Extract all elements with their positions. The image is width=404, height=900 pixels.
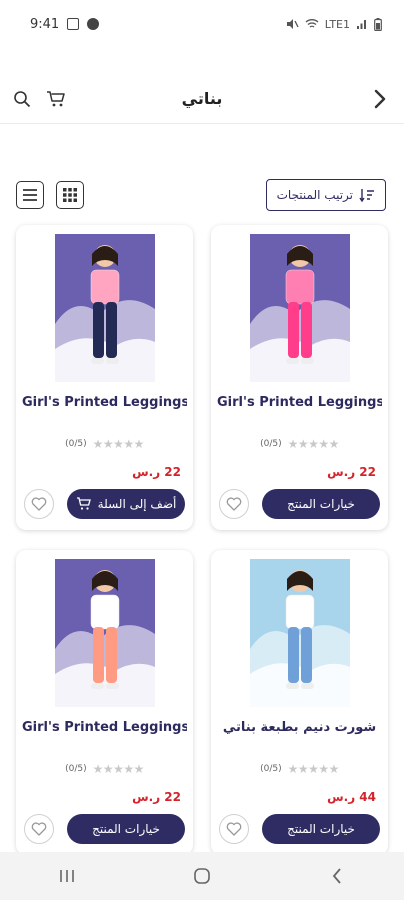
home-icon [194,868,210,884]
chevron-right-icon [374,89,386,108]
recent-apps-button[interactable] [47,856,87,896]
product-rating: (0/5) ★★★★★ [211,762,388,776]
product-image[interactable] [55,234,155,382]
list-view-button[interactable] [16,181,44,209]
product-card[interactable]: Girl's Printed Leggings (0/5) ★★★★★ 22 ر… [16,550,193,855]
product-options-button[interactable]: خيارات المنتج [262,814,380,844]
action-label: أضف إلى السلة [97,497,177,511]
wifi-icon [305,19,319,28]
product-image[interactable] [250,234,350,382]
product-price: 22 ر.س [132,790,181,804]
action-label: خيارات المنتج [92,822,160,836]
listing-toolbar: ترتيب المنتجات [0,178,404,212]
a-notification-icon [87,18,100,30]
sort-button[interactable]: ترتيب المنتجات [265,179,386,211]
product-price: 22 ر.س [132,465,181,479]
wishlist-button[interactable] [24,814,54,844]
home-button[interactable] [182,856,222,896]
product-image[interactable] [55,559,155,707]
search-icon [14,90,31,107]
recent-apps-icon [60,870,75,882]
sort-label: ترتيب المنتجات [276,188,353,202]
product-name[interactable]: شورت دنيم بطبعة بناتي [217,720,382,735]
rating-text: (0/5) [260,764,282,774]
rating-stars-icon: ★★★★★ [92,762,145,776]
status-bar: 9:41 LTE1 [0,0,404,48]
rating-stars-icon: ★★★★★ [287,762,340,776]
back-button[interactable] [368,87,392,111]
card-actions: خيارات المنتج [219,489,380,519]
add-to-cart-button[interactable]: أضف إلى السلة [67,489,185,519]
product-name[interactable]: Girl's Printed Leggings [22,720,187,735]
view-toggles [16,181,84,209]
battery-icon [374,17,382,31]
rating-stars-icon: ★★★★★ [92,437,145,451]
wishlist-button[interactable] [24,489,54,519]
image-notification-icon [67,18,80,30]
product-card[interactable]: Girl's Printed Leggings (0/5) ★★★★★ 22 ر… [211,225,388,530]
card-actions: أضف إلى السلة [24,489,185,519]
heart-icon [226,497,242,511]
card-actions: خيارات المنتج [24,814,185,844]
rating-stars-icon: ★★★★★ [287,437,340,451]
grid-view-button[interactable] [56,181,84,209]
system-nav-bar [0,852,404,900]
chevron-left-icon [332,868,341,884]
product-image[interactable] [250,559,350,707]
product-name[interactable]: Girl's Printed Leggings [217,395,382,410]
cart-plus-icon [76,497,91,510]
product-name[interactable]: Girl's Printed Leggings [22,395,187,410]
sort-icon [359,189,374,202]
mute-icon [286,19,299,29]
list-icon [23,189,37,201]
action-label: خيارات المنتج [287,497,355,511]
signal-icon [357,20,366,29]
product-card[interactable]: شورت دنيم بطبعة بناتي (0/5) ★★★★★ 44 ر.س… [211,550,388,855]
product-price: 44 ر.س [327,790,376,804]
app-header: بناتي [0,74,404,124]
heart-icon [226,822,242,836]
rating-text: (0/5) [260,439,282,449]
status-right: LTE1 [285,17,382,31]
product-rating: (0/5) ★★★★★ [16,437,193,451]
product-rating: (0/5) ★★★★★ [211,437,388,451]
wishlist-button[interactable] [219,814,249,844]
cart-button[interactable] [44,87,68,111]
card-actions: خيارات المنتج [219,814,380,844]
cart-icon [47,90,65,106]
product-options-button[interactable]: خيارات المنتج [67,814,185,844]
search-button[interactable] [10,87,34,111]
product-options-button[interactable]: خيارات المنتج [262,489,380,519]
product-card[interactable]: Girl's Printed Leggings (0/5) ★★★★★ 22 ر… [16,225,193,530]
heart-icon [31,497,47,511]
product-grid: Girl's Printed Leggings (0/5) ★★★★★ 22 ر… [16,225,390,855]
heart-icon [31,822,47,836]
status-left: 9:41 [30,16,100,32]
rating-text: (0/5) [65,439,87,449]
network-label: LTE1 [324,17,350,31]
product-rating: (0/5) ★★★★★ [16,762,193,776]
action-label: خيارات المنتج [287,822,355,836]
header-actions [10,87,68,111]
product-price: 22 ر.س [327,465,376,479]
wishlist-button[interactable] [219,489,249,519]
grid-icon [63,188,77,202]
clock: 9:41 [30,16,60,32]
back-nav-button[interactable] [317,856,357,896]
rating-text: (0/5) [65,764,87,774]
